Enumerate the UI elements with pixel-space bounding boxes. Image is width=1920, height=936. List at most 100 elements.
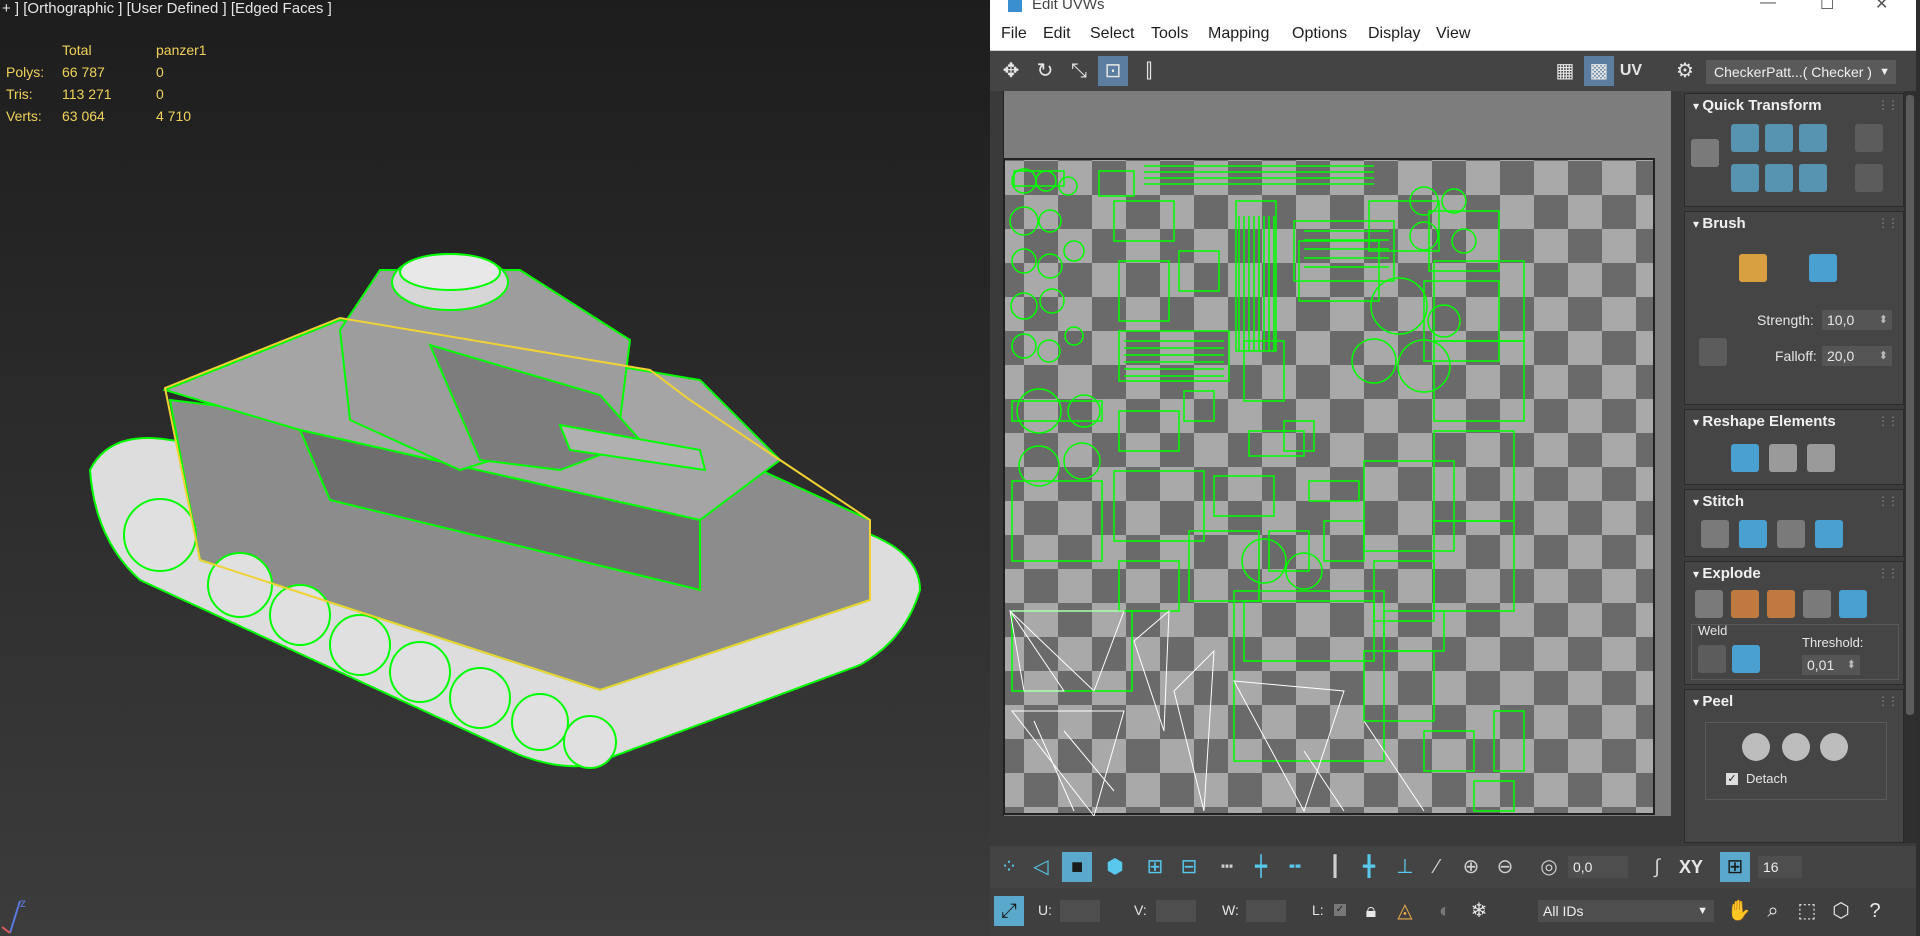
menu-file[interactable]: File	[1001, 25, 1027, 43]
rollout-title-reshape[interactable]: Reshape Elements	[1693, 413, 1835, 430]
stitch-target-icon[interactable]	[1739, 520, 1767, 548]
loop-select-icon[interactable]: ╍	[1280, 852, 1310, 882]
threshold-spinner[interactable]: 0,01	[1802, 655, 1860, 675]
flatten-by-smoothing-icon[interactable]	[1803, 590, 1831, 618]
maximize-icon[interactable]: ☐	[1820, 0, 1834, 14]
rotate-icon[interactable]: ↻	[1030, 56, 1060, 86]
show-map-icon[interactable]: ▩	[1584, 56, 1614, 86]
quick-peel-icon[interactable]	[1742, 733, 1770, 761]
help-icon[interactable]: ?	[1860, 896, 1890, 926]
break-icon[interactable]	[1695, 590, 1723, 618]
rotate-ccw-icon[interactable]	[1799, 124, 1827, 152]
close-icon[interactable]: ✕	[1875, 0, 1888, 14]
rollout-peel[interactable]: Peel ⋮⋮ ✓ Detach	[1684, 689, 1904, 843]
pack-icon[interactable]	[1807, 444, 1835, 472]
paint-move-icon[interactable]	[1739, 254, 1767, 282]
menu-options[interactable]: Options	[1292, 25, 1347, 43]
rollout-title-peel[interactable]: Peel	[1693, 693, 1733, 710]
weld-selected-icon[interactable]	[1698, 645, 1726, 673]
menu-view[interactable]: View	[1436, 25, 1470, 43]
uv-canvas[interactable]	[1003, 91, 1671, 816]
move-icon[interactable]: ✥	[996, 56, 1026, 86]
menu-display[interactable]: Display	[1368, 25, 1420, 43]
u-field[interactable]	[1060, 900, 1100, 922]
zoom-region-icon[interactable]: ⬚	[1792, 896, 1822, 926]
freeze-icon[interactable]: ◐	[1430, 896, 1460, 926]
rollout-reshape-elements[interactable]: Reshape Elements ⋮⋮	[1684, 409, 1904, 485]
brush-icon[interactable]: ⁄	[1422, 852, 1452, 882]
flatten-icon[interactable]	[1839, 590, 1867, 618]
peel-mode-icon[interactable]	[1782, 733, 1810, 761]
lock-checkbox[interactable]: ✓	[1334, 904, 1346, 916]
detach-edge-icon[interactable]	[1731, 590, 1759, 618]
align-vertical-icon[interactable]	[1731, 164, 1759, 192]
brush-size-up-icon[interactable]: ⊕	[1456, 852, 1486, 882]
stitch-custom-icon[interactable]	[1701, 520, 1729, 548]
relax-brush-icon[interactable]	[1809, 254, 1837, 282]
pan-hand-icon[interactable]: ✋	[1724, 896, 1754, 926]
falloff-spinner[interactable]: 20,0	[1822, 346, 1892, 366]
mirror-icon[interactable]: ⫿	[1134, 56, 1164, 86]
absolute-offset-icon[interactable]: ⤢	[994, 896, 1024, 926]
element-mode-icon[interactable]: ⬢	[1100, 852, 1130, 882]
soft-selection-icon[interactable]: ◎	[1534, 852, 1564, 882]
strength-spinner[interactable]: 10,0	[1822, 310, 1892, 330]
paint-select-icon[interactable]: ⊥	[1390, 852, 1420, 882]
space-horizontal-icon[interactable]	[1765, 124, 1793, 152]
menu-edit[interactable]: Edit	[1043, 25, 1071, 43]
rollout-brush[interactable]: Brush ⋮⋮ Strength: 10,0 Falloff: 20,0	[1684, 211, 1904, 405]
relax-icon[interactable]	[1769, 444, 1797, 472]
v-field[interactable]	[1156, 900, 1196, 922]
align-center-icon[interactable]	[1765, 164, 1793, 192]
texture-settings-icon[interactable]: ⚙	[1670, 56, 1700, 86]
snowflake-icon[interactable]: ❄	[1464, 896, 1494, 926]
rollout-stitch[interactable]: Stitch ⋮⋮	[1684, 489, 1904, 557]
minimize-icon[interactable]: —	[1760, 0, 1776, 12]
rollout-quick-transform[interactable]: Quick Transform ⋮⋮	[1684, 93, 1904, 207]
lock-icon[interactable]: 🔒︎	[1356, 896, 1386, 926]
brush-size-down-icon[interactable]: ⊖	[1490, 852, 1520, 882]
rotate-cw-icon[interactable]	[1799, 164, 1827, 192]
stitch-source-icon[interactable]	[1815, 520, 1843, 548]
window-titlebar[interactable]: Edit UVWs — ☐ ✕	[990, 0, 1916, 16]
pivot-icon[interactable]	[1691, 139, 1719, 167]
panel-scrollbar[interactable]	[1904, 91, 1916, 843]
menu-mapping[interactable]: Mapping	[1208, 25, 1269, 43]
falloff-curve-icon[interactable]	[1699, 338, 1727, 366]
vertex-mode-icon[interactable]: ⁘	[994, 852, 1024, 882]
edge-mode-icon[interactable]: ◁	[1026, 852, 1056, 882]
shrink-selection-icon[interactable]: ⊟	[1174, 852, 1204, 882]
rollout-title-brush[interactable]: Brush	[1693, 215, 1745, 232]
checker-toggle-icon[interactable]: ▦	[1550, 56, 1580, 86]
ring-select-icon[interactable]: ┅	[1212, 852, 1242, 882]
rollout-title-explode[interactable]: Explode	[1693, 565, 1760, 582]
w-field[interactable]	[1246, 900, 1286, 922]
rollout-title-quick-transform[interactable]: Quick Transform	[1693, 97, 1821, 114]
hide-icon[interactable]: ◬	[1390, 896, 1420, 926]
zoom-icon[interactable]: ⌕	[1758, 896, 1788, 926]
scrollbar-thumb[interactable]	[1906, 95, 1914, 715]
straighten-icon[interactable]	[1731, 444, 1759, 472]
freeform-icon[interactable]: ⊡	[1098, 56, 1128, 86]
grow-selection-icon[interactable]: ⊞	[1140, 852, 1170, 882]
space-left-right-icon[interactable]	[1855, 124, 1883, 152]
reset-peel-icon[interactable]	[1820, 733, 1848, 761]
weld-target-icon[interactable]	[1732, 645, 1760, 673]
menu-tools[interactable]: Tools	[1151, 25, 1188, 43]
polygon-mode-icon[interactable]: ■	[1062, 852, 1092, 882]
angle-field[interactable]: 0,0	[1568, 856, 1628, 878]
xy-label[interactable]: XY	[1676, 852, 1706, 882]
ids-dropdown[interactable]: All IDs ▼	[1538, 900, 1714, 922]
tank-model[interactable]	[0, 0, 990, 936]
flatten-by-material-icon[interactable]	[1767, 590, 1795, 618]
rollout-explode[interactable]: Explode ⋮⋮ Weld Threshold: 0,01	[1684, 561, 1904, 685]
edit-uvws-window[interactable]: Edit UVWs — ☐ ✕ File Edit Select Tools M…	[990, 0, 1916, 936]
rollout-title-stitch[interactable]: Stitch	[1693, 493, 1744, 510]
zoom-extents-icon[interactable]: ⬡	[1826, 896, 1856, 926]
ring-grow-icon[interactable]: ┿	[1246, 852, 1276, 882]
texture-dropdown[interactable]: CheckerPatt...( Checker ) ▼	[1706, 60, 1896, 84]
loop-grow-icon[interactable]: ┃	[1320, 852, 1350, 882]
point-to-point-icon[interactable]: ╋	[1354, 852, 1384, 882]
uv-mode-label[interactable]: UV	[1616, 56, 1646, 86]
detach-checkbox[interactable]: ✓	[1726, 773, 1738, 785]
